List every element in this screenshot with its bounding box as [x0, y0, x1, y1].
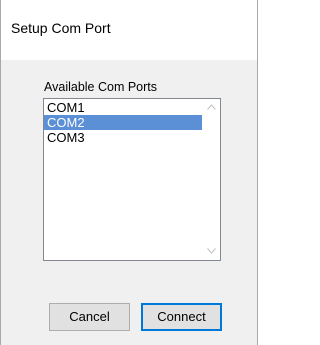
- list-item-com2[interactable]: COM2: [44, 115, 202, 130]
- list-item-com3[interactable]: COM3: [44, 130, 202, 145]
- chevron-up-icon: [207, 104, 216, 110]
- available-ports-label: Available Com Ports: [44, 80, 158, 94]
- chevron-down-icon: [207, 248, 216, 254]
- title-bar[interactable]: Setup Com Port: [1, 0, 257, 60]
- connect-button[interactable]: Connect: [141, 303, 222, 331]
- com-port-listbox[interactable]: COM1 COM2 COM3: [43, 98, 221, 261]
- scroll-down-button[interactable]: [203, 243, 220, 260]
- window-title: Setup Com Port: [11, 20, 111, 36]
- vertical-scrollbar[interactable]: [203, 99, 220, 260]
- scroll-up-button[interactable]: [203, 99, 220, 116]
- cancel-button[interactable]: Cancel: [49, 303, 130, 331]
- setup-com-port-dialog: Setup Com Port Available Com Ports COM1 …: [0, 0, 258, 345]
- list-item-com1[interactable]: COM1: [44, 100, 202, 115]
